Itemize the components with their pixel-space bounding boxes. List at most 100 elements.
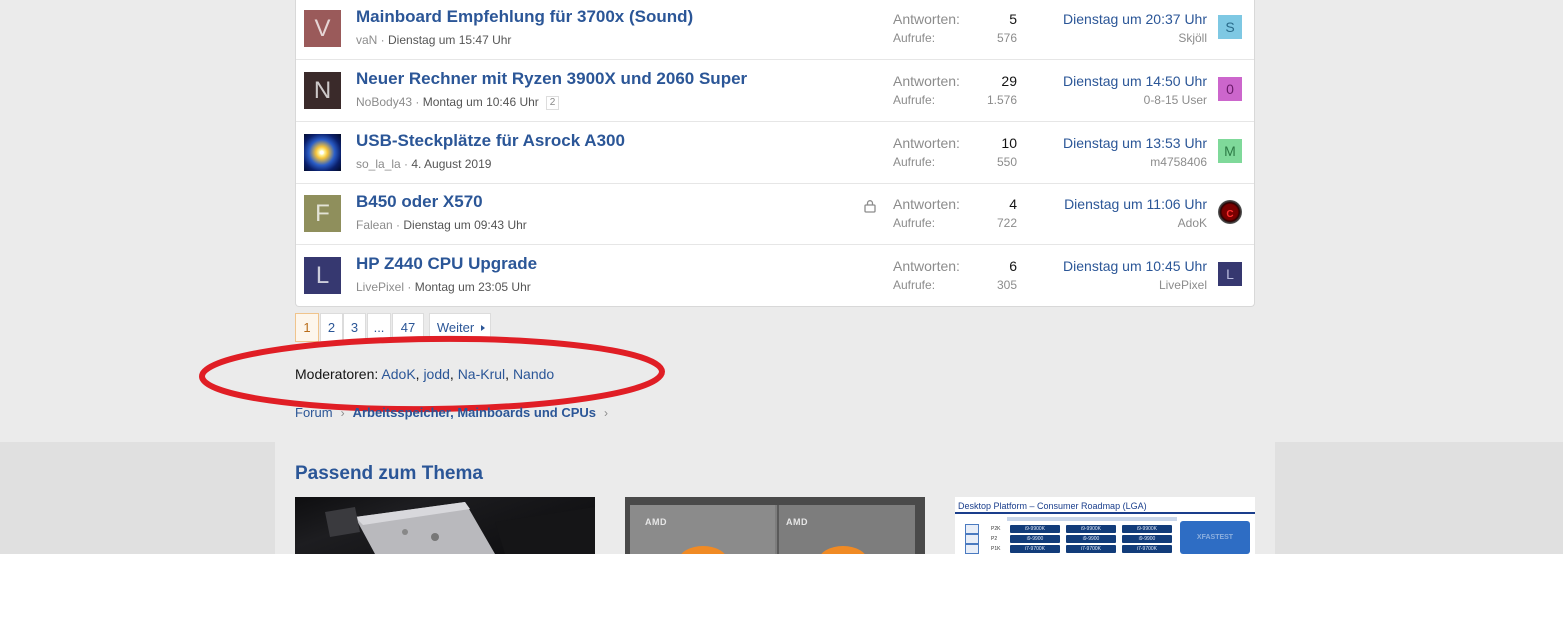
roadmap-chip: i7-9700K xyxy=(1122,545,1172,553)
breadcrumb-item-forum[interactable]: Forum xyxy=(295,405,333,420)
name-separator: , xyxy=(505,366,513,382)
replies-count: 6 xyxy=(1009,258,1017,274)
author-avatar[interactable]: F xyxy=(304,195,341,232)
roadmap-chip: i9-9900 xyxy=(1122,535,1172,543)
thread-title[interactable]: HP Z440 CPU Upgrade xyxy=(356,254,537,274)
replies-count: 29 xyxy=(1001,73,1017,89)
replies-count: 10 xyxy=(1001,135,1017,151)
moderator-link[interactable]: Na-Krul xyxy=(458,366,505,382)
last-post-user[interactable]: m4758406 xyxy=(1026,155,1207,169)
views-label: Aufrufe: xyxy=(893,155,936,169)
moderator-link[interactable]: Nando xyxy=(513,366,554,382)
thread-row[interactable]: L HP Z440 CPU Upgrade LivePixel · Montag u… xyxy=(296,245,1254,307)
thread-author[interactable]: so_la_la xyxy=(356,157,401,171)
replies-label: Antworten: xyxy=(893,258,960,274)
meta-separator: · xyxy=(412,95,423,109)
amd-logo: AMD xyxy=(645,517,667,527)
replies-count: 5 xyxy=(1009,11,1017,27)
thread-row[interactable]: USB-Steckplätze für Asrock A300 so_la_la … xyxy=(296,122,1254,184)
replies-label: Antworten: xyxy=(893,73,960,89)
last-post-date[interactable]: Dienstag um 13:53 Uhr xyxy=(1026,135,1207,151)
thread-meta: NoBody43 · Montag um 10:46 Uhr 2 xyxy=(356,95,560,110)
thread-row[interactable]: N Neuer Rechner mit Ryzen 3900X und 2060 … xyxy=(296,60,1254,122)
last-post-user[interactable]: 0-8-15 User xyxy=(1026,93,1207,107)
thread-author[interactable]: Falean xyxy=(356,218,393,232)
last-poster-avatar[interactable]: L xyxy=(1218,262,1242,286)
chevron-right-icon: › xyxy=(604,406,609,420)
last-post-user[interactable]: Skjöll xyxy=(1026,31,1207,45)
chevron-right-icon: › xyxy=(340,406,345,420)
meta-separator: · xyxy=(392,218,404,232)
moderator-link[interactable]: AdoK xyxy=(381,366,415,382)
views-count: 576 xyxy=(996,31,1017,45)
roadmap-divider xyxy=(955,512,1255,514)
related-thumbnail-2[interactable]: AMD AMD xyxy=(625,497,925,554)
last-poster-avatar[interactable]: 0 xyxy=(1218,77,1242,101)
replies-label: Antworten: xyxy=(893,135,960,151)
moderators-line: Moderatoren: AdoK, jodd, Na-Krul, Nando xyxy=(295,366,554,382)
replies-label: Antworten: xyxy=(893,11,960,27)
roadmap-timeline xyxy=(1007,517,1177,521)
thread-title[interactable]: Neuer Rechner mit Ryzen 3900X und 2060 S… xyxy=(356,69,747,89)
thread-start-date[interactable]: Montag um 23:05 Uhr xyxy=(415,280,531,294)
last-poster-avatar[interactable]: M xyxy=(1218,139,1242,163)
hardware-photo xyxy=(325,502,595,554)
thread-author[interactable]: vaN xyxy=(356,33,377,47)
thread-title[interactable]: USB-Steckplätze für Asrock A300 xyxy=(356,131,625,151)
cpu-icon xyxy=(965,524,979,534)
last-poster-avatar[interactable]: S xyxy=(1218,15,1242,39)
thread-title[interactable]: B450 oder X570 xyxy=(356,192,483,212)
related-section-title: Passend zum Thema xyxy=(295,463,483,484)
thread-title[interactable]: Mainboard Empfehlung für 3700x (Sound) xyxy=(356,7,693,27)
thread-meta: LivePixel · Montag um 23:05 Uhr xyxy=(356,280,531,294)
thread-meta: Falean · Dienstag um 09:43 Uhr xyxy=(356,218,527,232)
thread-start-date[interactable]: Dienstag um 15:47 Uhr xyxy=(388,33,511,47)
thread-meta: so_la_la · 4. August 2019 xyxy=(356,157,491,171)
author-avatar[interactable]: L xyxy=(304,257,341,294)
roadmap-future-block: XFASTEST xyxy=(1180,521,1250,554)
last-post-date[interactable]: Dienstag um 20:37 Uhr xyxy=(1026,11,1207,27)
related-thumbnail-3[interactable]: Desktop Platform – Consumer Roadmap (LGA… xyxy=(955,497,1255,554)
last-post-date[interactable]: Dienstag um 10:45 Uhr xyxy=(1026,258,1207,274)
author-avatar[interactable]: N xyxy=(304,72,341,109)
amd-boxes-photo xyxy=(625,497,925,554)
cpu-icon xyxy=(965,544,979,554)
moderators-label: Moderatoren: xyxy=(295,366,379,382)
thread-list: V Mainboard Empfehlung für 3700x (Sound) v… xyxy=(295,0,1255,307)
roadmap-title: Desktop Platform – Consumer Roadmap (LGA… xyxy=(958,501,1147,511)
roadmap-row-label: P1K xyxy=(991,546,1001,552)
thread-start-date[interactable]: 4. August 2019 xyxy=(411,157,491,171)
views-label: Aufrufe: xyxy=(893,31,936,45)
thread-start-date[interactable]: Montag um 10:46 Uhr xyxy=(423,95,539,109)
amd-logo: AMD xyxy=(786,517,808,527)
thread-page-link[interactable]: 2 xyxy=(545,96,560,110)
breadcrumb-item-category[interactable]: Arbeitsspeicher, Mainboards und CPUs xyxy=(353,405,596,420)
last-post-user[interactable]: AdoK xyxy=(1026,216,1207,230)
last-post-date[interactable]: Dienstag um 14:50 Uhr xyxy=(1026,73,1207,89)
related-thumbnail-1[interactable] xyxy=(295,497,595,554)
replies-count: 4 xyxy=(1009,196,1017,212)
last-poster-avatar[interactable]: C xyxy=(1218,200,1242,224)
last-post-user[interactable]: LivePixel xyxy=(1026,278,1207,292)
thread-start-date[interactable]: Dienstag um 09:43 Uhr xyxy=(403,218,526,232)
author-avatar[interactable]: V xyxy=(304,10,341,47)
thread-author[interactable]: LivePixel xyxy=(356,280,404,294)
roadmap-chip: i9-9900 xyxy=(1010,535,1060,543)
cpu-icon xyxy=(965,534,979,544)
thread-author[interactable]: NoBody43 xyxy=(356,95,412,109)
thread-row[interactable]: V Mainboard Empfehlung für 3700x (Sound) v… xyxy=(296,0,1254,60)
views-count: 550 xyxy=(996,155,1017,169)
name-separator: , xyxy=(449,366,458,382)
views-label: Aufrufe: xyxy=(893,93,936,107)
forum-page: V Mainboard Empfehlung für 3700x (Sound) v… xyxy=(0,0,1563,630)
roadmap-row-label: P2 xyxy=(991,536,998,542)
moderator-link[interactable]: jodd xyxy=(423,366,449,382)
bottom-blank-area xyxy=(0,554,1563,630)
roadmap-chip: i7-9700K xyxy=(1066,545,1116,553)
author-avatar[interactable] xyxy=(304,134,341,171)
meta-separator: · xyxy=(377,33,389,47)
replies-label: Antworten: xyxy=(893,196,960,212)
last-post-date[interactable]: Dienstag um 11:06 Uhr xyxy=(1026,196,1207,212)
thread-row[interactable]: F B450 oder X570 Falean · Dienstag um 09:4… xyxy=(296,183,1254,245)
meta-separator: · xyxy=(404,280,415,294)
